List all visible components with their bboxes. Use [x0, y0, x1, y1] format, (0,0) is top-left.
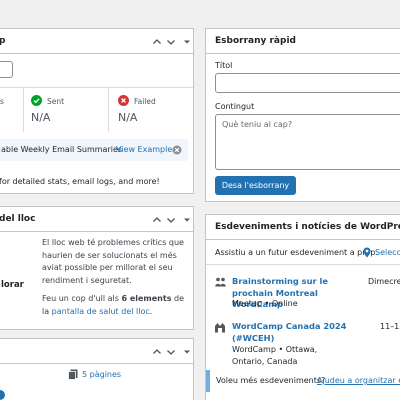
event-meta-2: WordCamp • Ottawa, Ontario, Canada: [232, 345, 318, 366]
move-up-icon[interactable]: [151, 346, 162, 357]
check-circle-icon: [31, 95, 42, 109]
stats-divider: [0, 87, 193, 88]
move-down-icon[interactable]: [165, 214, 176, 225]
location-pin-icon: [363, 247, 371, 261]
quick-draft-widget: Esborrany ràpid Títol Contingut Què teni…: [205, 28, 400, 202]
email-widget-title-fragment: p: [0, 36, 5, 46]
footer-text: for detailed stats, email logs, and more…: [0, 177, 160, 186]
event-title-2[interactable]: WordCamp Canada 2024 (#WCEH): [232, 321, 347, 344]
at-a-glance-header: [0, 339, 193, 364]
site-health-widget: del lloc lorar El lloc web té problemes …: [0, 206, 194, 330]
events-news-widget: Esdeveniments i notícies de WordPress As…: [205, 214, 400, 400]
draft-title-input[interactable]: [215, 73, 400, 93]
organize-event-link[interactable]: Ajudeu a organitzar el prò: [317, 376, 400, 385]
move-up-icon[interactable]: [151, 214, 162, 225]
stat-label-total: s: [0, 97, 4, 106]
site-health-header: del lloc: [0, 207, 193, 232]
people-icon: [215, 277, 226, 290]
period-select[interactable]: [0, 61, 13, 78]
wordcamp-icon: [214, 322, 226, 336]
more-events-text: Voleu més esdeveniments?: [216, 376, 326, 385]
health-items: Feu un cop d'ull als 6 elements de la pa…: [42, 293, 192, 318]
health-items-suffix: .: [149, 306, 153, 316]
at-a-glance-widget: 5 pàgines: [0, 338, 194, 400]
health-items-prefix: Feu un cop d'ull als: [42, 294, 122, 303]
dismiss-icon[interactable]: [172, 145, 182, 158]
email-widget-header: p: [0, 29, 193, 54]
draft-content-textarea[interactable]: Què teniu al cap?: [215, 114, 400, 170]
stat-label-failed: Failed: [134, 97, 156, 106]
health-status-label: lorar: [1, 280, 24, 290]
title-label: Títol: [215, 61, 233, 70]
x-circle-icon: [118, 95, 129, 109]
site-health-screen-link[interactable]: pantalla de salut del lloc: [52, 307, 150, 316]
event-date-2: 11–13: [380, 322, 400, 331]
attend-bar: Assistiu a un futur esdeveniment a prop.…: [206, 241, 400, 265]
events-title: Esdeveniments i notícies de WordPress: [215, 222, 400, 232]
view-example-link[interactable]: View Example: [116, 145, 172, 154]
event-date-1: Dimecres: [368, 277, 400, 286]
events-header: Esdeveniments i notícies de WordPress: [206, 215, 400, 240]
pages-icon: [68, 369, 78, 383]
move-up-icon[interactable]: [151, 36, 162, 47]
stat-value-failed: N/A: [118, 111, 138, 124]
health-items-count: 6 elements: [121, 294, 172, 303]
attend-text: Assistiu a un futur esdeveniment a prop.: [215, 248, 378, 257]
quick-draft-title: Esborrany ràpid: [215, 36, 296, 46]
content-label: Contingut: [215, 102, 255, 111]
health-message: El lloc web té problemes crítics que hau…: [42, 238, 184, 285]
site-health-title: del lloc: [0, 214, 36, 224]
content-placeholder: Què teniu al cap?: [222, 120, 293, 129]
more-events-notice: Voleu més esdeveniments? Ajudeu a organi…: [206, 370, 400, 392]
stat-label-sent: Sent: [47, 97, 65, 106]
move-down-icon[interactable]: [165, 346, 176, 357]
email-summary-widget: p s Sent N/A Failed N/A able Weekly Emai…: [0, 28, 194, 194]
select-location-link[interactable]: Selecci: [375, 248, 400, 257]
toggle-panel-icon[interactable]: [181, 214, 192, 225]
stat-value-sent: N/A: [31, 111, 51, 124]
toggle-panel-icon[interactable]: [181, 346, 192, 357]
glance-icon-partial: [0, 390, 5, 400]
save-draft-button[interactable]: Desa l'esborrany: [215, 176, 296, 195]
move-down-icon[interactable]: [165, 36, 176, 47]
toggle-panel-icon[interactable]: [181, 36, 192, 47]
quick-draft-header: Esborrany ràpid: [206, 29, 400, 54]
weekly-summary-notice: able Weekly Email Summaries View Example: [0, 139, 188, 161]
notice-text: able Weekly Email Summaries: [1, 145, 123, 154]
stat-divider-2: [108, 88, 109, 132]
stat-divider-1: [23, 88, 24, 132]
pages-count-link[interactable]: 5 pàgines: [82, 370, 121, 379]
event-meta-1: Meetup • Online: [232, 299, 298, 308]
